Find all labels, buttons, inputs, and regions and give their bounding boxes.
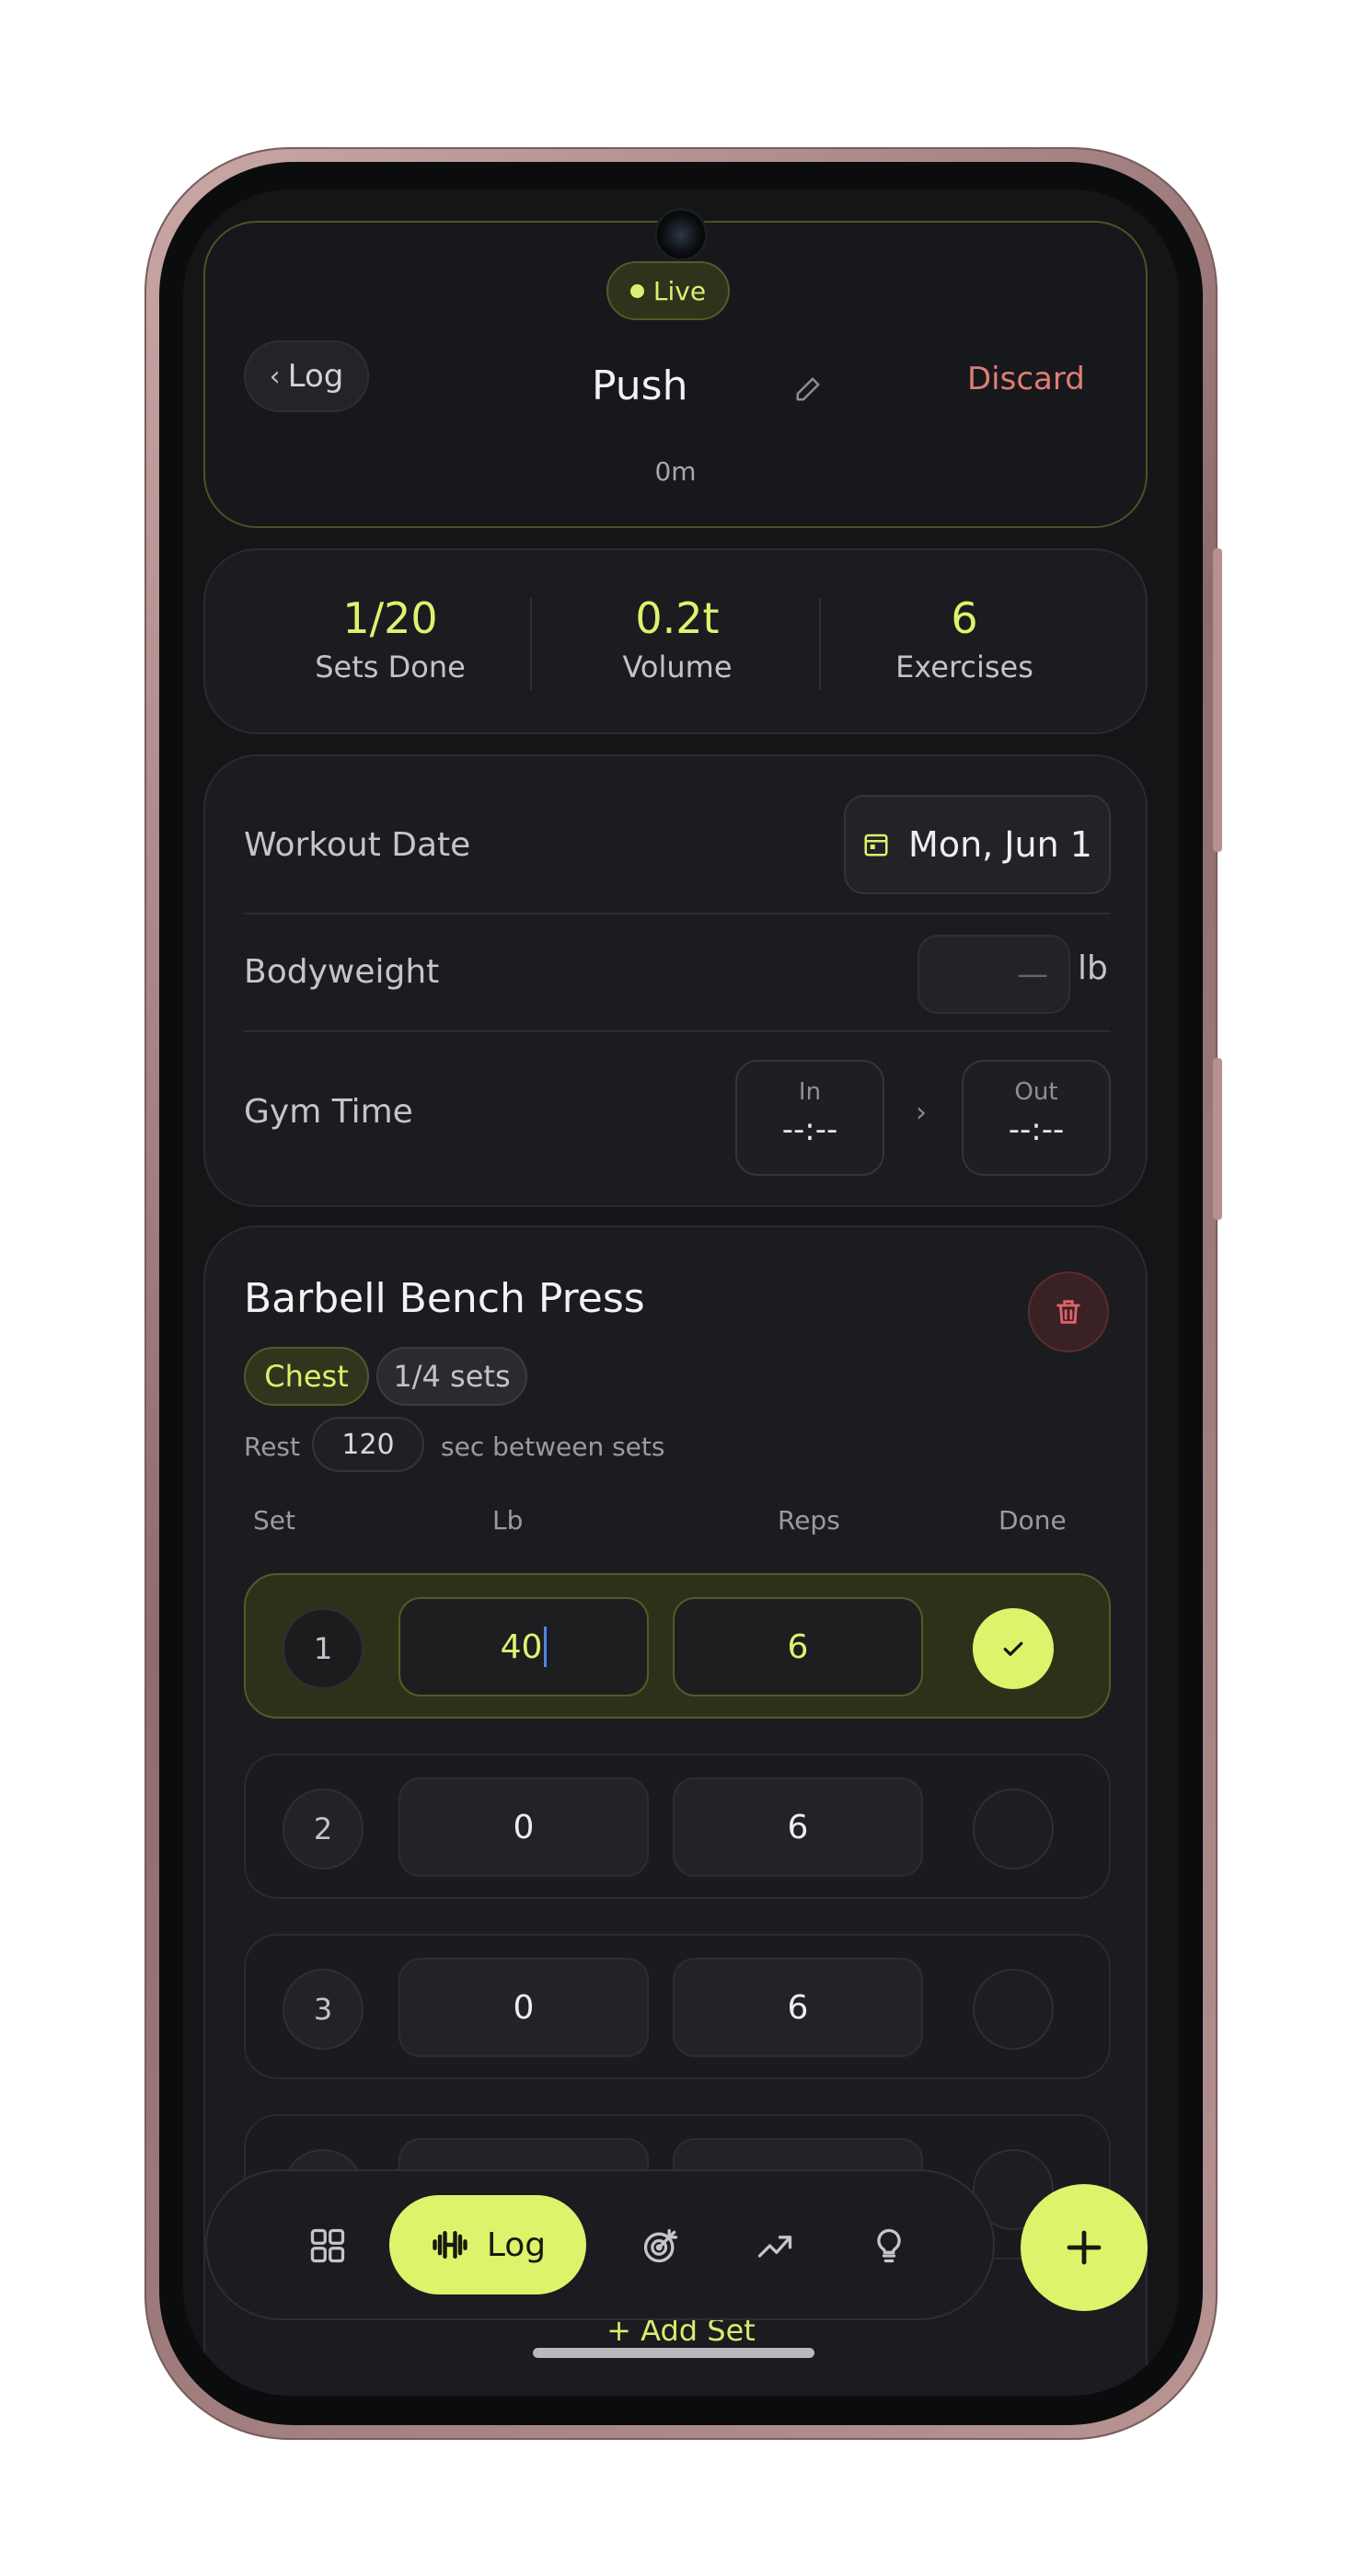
bodyweight-unit: lb <box>1078 949 1108 987</box>
target-icon <box>643 2228 678 2263</box>
gym-time-out-field[interactable]: Out --:-- <box>962 1060 1111 1176</box>
gym-time-label: Gym Time <box>244 1093 413 1131</box>
set-number: 2 <box>283 1788 364 1869</box>
app-screen: Live ‹ Log Push Discard 0m 1/20 Sets Don… <box>183 190 1179 2396</box>
live-badge: Live <box>606 261 730 320</box>
delete-exercise-button[interactable] <box>1028 1271 1109 1352</box>
bottom-nav: Log <box>205 2169 995 2320</box>
muscle-tag: Chest <box>244 1347 369 1406</box>
lightbulb-icon <box>877 2228 901 2263</box>
set-weight-input[interactable]: 0 <box>398 1958 649 2057</box>
workout-header-card: Live ‹ Log Push Discard 0m <box>203 221 1148 528</box>
bodyweight-label: Bodyweight <box>244 953 440 991</box>
add-exercise-fab[interactable] <box>1021 2184 1148 2311</box>
text-cursor <box>544 1627 548 1667</box>
nav-tips[interactable] <box>848 2204 930 2287</box>
column-header-weight: Lb <box>492 1505 524 1535</box>
chevron-right-icon: › <box>916 1097 927 1129</box>
nav-log-tab[interactable]: Log <box>389 2195 586 2294</box>
set-reps-input[interactable]: 6 <box>673 1597 923 1696</box>
rest-label: Rest <box>244 1432 300 1462</box>
set-row: 1 40 6 <box>244 1573 1111 1719</box>
gym-time-in-field[interactable]: In --:-- <box>735 1060 884 1176</box>
chevron-left-icon: ‹ <box>269 360 281 393</box>
stat-divider <box>819 598 821 690</box>
divider <box>244 1030 1111 1032</box>
set-weight-value: 40 <box>500 1627 543 1666</box>
live-dot-icon <box>629 283 644 298</box>
dashboard-icon <box>310 2228 345 2263</box>
calendar-icon <box>864 834 888 857</box>
set-row: 3 0 6 <box>244 1934 1111 2079</box>
stat-label: Sets Done <box>315 650 466 684</box>
exercise-name: Barbell Bench Press <box>244 1275 645 1322</box>
front-camera <box>654 208 708 261</box>
set-number: 1 <box>283 1608 364 1689</box>
column-header-done: Done <box>998 1505 1067 1535</box>
set-reps-input[interactable]: 6 <box>673 1958 923 2057</box>
bodyweight-input[interactable]: — <box>918 935 1070 1014</box>
workout-title[interactable]: Push <box>592 362 776 409</box>
workout-details-card: Workout Date Mon, Jun 1 Bodyweight — lb … <box>203 754 1148 1207</box>
set-done-toggle[interactable] <box>973 1788 1054 1869</box>
volume-button <box>1213 548 1222 852</box>
stat-divider <box>530 598 532 690</box>
workout-date-label: Workout Date <box>244 826 471 864</box>
divider <box>244 913 1111 914</box>
set-row: 2 0 6 <box>244 1754 1111 1899</box>
column-header-reps: Reps <box>778 1505 840 1535</box>
set-number: 3 <box>283 1969 364 2050</box>
rest-suffix: sec between sets <box>441 1432 665 1462</box>
stat-sets-done: 1/20 Sets Done <box>248 591 533 688</box>
time-in-label: In <box>798 1078 822 1106</box>
workout-date-value: Mon, Jun 1 <box>908 824 1092 865</box>
set-weight-input[interactable]: 0 <box>398 1777 649 1877</box>
live-label: Live <box>652 275 707 306</box>
time-out-value: --:-- <box>1008 1111 1065 1148</box>
nav-progress[interactable] <box>733 2204 816 2287</box>
check-icon <box>1003 1641 1023 1656</box>
back-to-log-button[interactable]: ‹ Log <box>244 340 369 412</box>
dumbbell-icon <box>433 2230 467 2260</box>
rest-seconds-input[interactable]: 120 <box>312 1417 424 1472</box>
discard-button[interactable]: Discard <box>967 361 1085 397</box>
set-done-toggle[interactable] <box>973 1608 1054 1689</box>
home-indicator[interactable] <box>533 2348 814 2358</box>
stat-label: Volume <box>622 650 733 684</box>
back-label: Log <box>287 358 344 395</box>
trending-up-icon <box>757 2236 792 2258</box>
stat-exercises: 6 Exercises <box>822 591 1107 688</box>
stat-volume: 0.2t Volume <box>535 591 820 688</box>
sets-progress-tag: 1/4 sets <box>376 1347 527 1406</box>
stat-value: 6 <box>951 593 978 643</box>
time-in-value: --:-- <box>781 1111 838 1148</box>
column-header-set: Set <box>253 1505 295 1535</box>
pencil-icon[interactable] <box>794 375 822 403</box>
trash-icon <box>1056 1300 1080 1324</box>
set-done-toggle[interactable] <box>973 1969 1054 2050</box>
power-button <box>1213 1058 1222 1220</box>
nav-log-label: Log <box>486 2225 547 2264</box>
set-reps-input[interactable]: 6 <box>673 1777 923 1877</box>
stat-value: 1/20 <box>342 593 438 643</box>
workout-date-button[interactable]: Mon, Jun 1 <box>844 795 1111 894</box>
stat-label: Exercises <box>895 650 1033 684</box>
nav-dashboard[interactable] <box>286 2204 369 2287</box>
set-weight-input[interactable]: 40 <box>398 1597 649 1696</box>
workout-duration: 0m <box>654 456 697 487</box>
nav-goals[interactable] <box>619 2204 702 2287</box>
plus-icon <box>1067 2230 1102 2265</box>
stat-value: 0.2t <box>635 593 720 643</box>
stats-card: 1/20 Sets Done 0.2t Volume 6 Exercises <box>203 548 1148 734</box>
time-out-label: Out <box>1014 1078 1058 1106</box>
